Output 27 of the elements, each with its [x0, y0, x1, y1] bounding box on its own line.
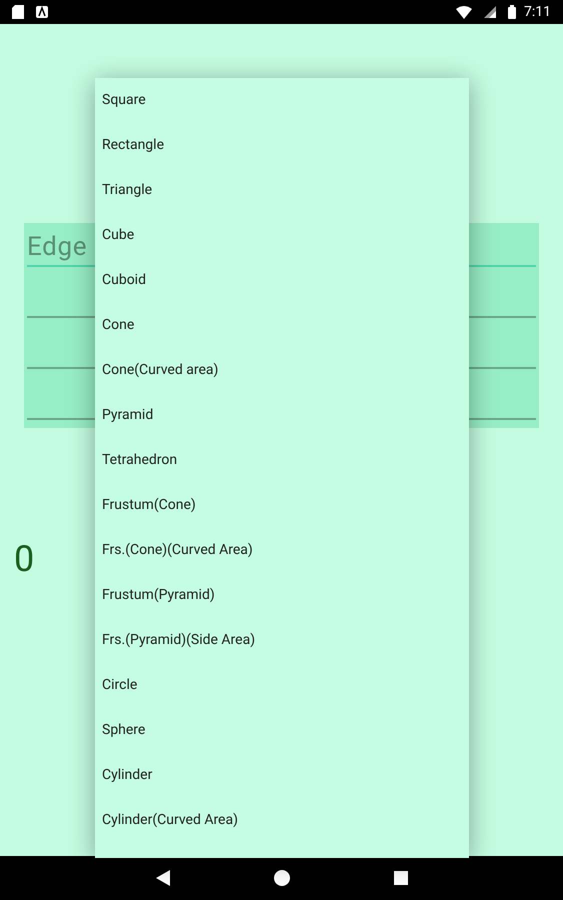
- menu-item[interactable]: Cube: [95, 213, 469, 258]
- menu-item[interactable]: Cylinder: [95, 753, 469, 798]
- signal-icon: [484, 6, 496, 18]
- menu-item[interactable]: Square: [95, 78, 469, 123]
- app-notification-icon: [36, 6, 48, 18]
- wifi-icon: [456, 6, 472, 18]
- menu-item[interactable]: Pyramid: [95, 393, 469, 438]
- sd-card-icon: [12, 5, 24, 19]
- menu-item[interactable]: Circle: [95, 663, 469, 708]
- menu-item[interactable]: Frs.(Cone)(Curved Area): [95, 528, 469, 573]
- menu-item[interactable]: Sphere: [95, 708, 469, 753]
- status-time: 7:11: [524, 2, 551, 22]
- menu-item[interactable]: Cylinder(Curved Area): [95, 798, 469, 843]
- back-icon[interactable]: [156, 870, 170, 886]
- menu-item[interactable]: Frustum(Pyramid): [95, 573, 469, 618]
- recents-icon[interactable]: [394, 871, 408, 885]
- menu-item[interactable]: Frs.(Pyramid)(Side Area): [95, 618, 469, 663]
- home-icon[interactable]: [274, 870, 290, 886]
- battery-icon: [508, 5, 516, 19]
- menu-item[interactable]: Triangle: [95, 168, 469, 213]
- menu-item[interactable]: Cone(Curved area): [95, 348, 469, 393]
- menu-item[interactable]: Frustum(Cone): [95, 483, 469, 528]
- menu-item[interactable]: Rectangle: [95, 123, 469, 168]
- menu-item[interactable]: Cone: [95, 303, 469, 348]
- result-value: 0: [14, 538, 34, 580]
- menu-item[interactable]: Cuboid: [95, 258, 469, 303]
- menu-item[interactable]: Tetrahedron: [95, 438, 469, 483]
